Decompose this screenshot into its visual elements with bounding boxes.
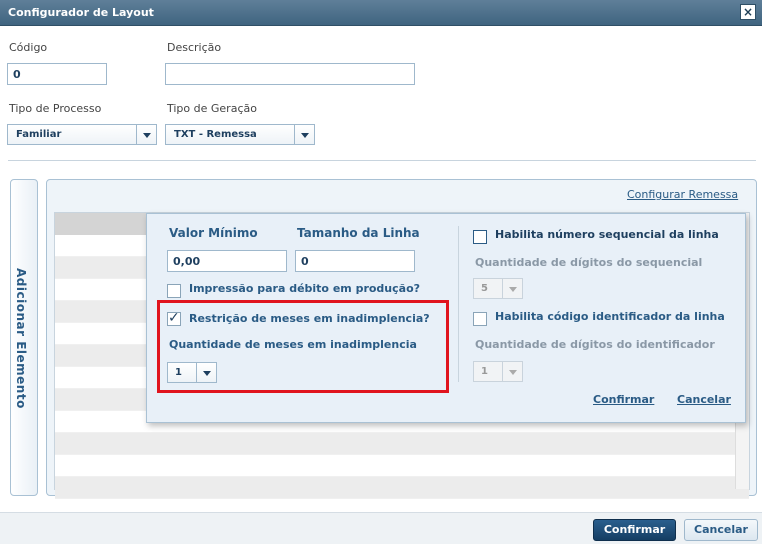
habilita-cod-checkbox[interactable] xyxy=(473,312,487,326)
habilita-cod-label: Habilita código identificador da linha xyxy=(495,310,725,323)
tipo-processo-value: Familiar xyxy=(16,129,62,140)
add-element-tab[interactable]: Adicionar Elemento xyxy=(10,179,38,496)
qtd-digitos-seq-value: 5 xyxy=(481,283,488,294)
table-row xyxy=(55,455,749,477)
tipo-geracao-value: TXT - Remessa xyxy=(174,129,257,140)
dialog-title: Configurador de Layout xyxy=(8,6,154,19)
table-row xyxy=(55,477,749,499)
chevron-down-icon[interactable] xyxy=(294,125,314,144)
chevron-down-icon xyxy=(502,362,522,381)
qtd-digitos-seq-label: Quantidade de dígitos do sequencial xyxy=(475,256,703,269)
habilita-seq-checkbox[interactable] xyxy=(473,230,487,244)
descricao-label: Descrição xyxy=(167,41,222,54)
tamanho-linha-input[interactable] xyxy=(295,250,415,272)
chevron-down-icon[interactable] xyxy=(136,125,156,144)
add-element-label: Adicionar Elemento xyxy=(14,268,28,409)
cancel-button[interactable]: Cancelar xyxy=(684,519,758,541)
confirm-button[interactable]: Confirmar xyxy=(593,519,676,541)
tipo-geracao-label: Tipo de Geração xyxy=(167,102,257,115)
chevron-down-icon xyxy=(502,279,522,298)
habilita-seq-label: Habilita número sequencial da linha xyxy=(495,228,719,241)
dialog-titlebar: Configurador de Layout × xyxy=(0,0,762,26)
valor-minimo-input[interactable] xyxy=(167,250,287,272)
tipo-processo-select[interactable]: Familiar xyxy=(7,124,157,145)
qtd-digitos-seq-select: 5 xyxy=(473,278,523,299)
qtd-digitos-id-value: 1 xyxy=(481,366,488,377)
valor-minimo-label: Valor Mínimo xyxy=(169,226,258,240)
popup-cancel-link[interactable]: Cancelar xyxy=(677,393,731,406)
table-row xyxy=(55,433,749,455)
divider xyxy=(8,160,756,161)
impressao-label: Impressão para débito em produção? xyxy=(189,282,421,295)
popup-divider xyxy=(458,226,459,382)
highlight-box xyxy=(157,300,449,393)
configurar-remessa-link[interactable]: Configurar Remessa xyxy=(627,188,738,201)
descricao-input[interactable] xyxy=(165,63,415,85)
popup-confirm-link[interactable]: Confirmar xyxy=(593,393,654,406)
qtd-digitos-id-label: Quantidade de dígitos do identificador xyxy=(475,338,715,351)
close-icon[interactable]: × xyxy=(740,4,756,20)
tipo-processo-label: Tipo de Processo xyxy=(9,102,102,115)
dialog-footer: Confirmar Cancelar xyxy=(0,512,762,544)
codigo-label: Código xyxy=(9,41,48,54)
impressao-checkbox[interactable] xyxy=(167,284,181,298)
tipo-geracao-select[interactable]: TXT - Remessa xyxy=(165,124,315,145)
codigo-input[interactable] xyxy=(7,63,107,85)
tamanho-linha-label: Tamanho da Linha xyxy=(297,226,420,240)
qtd-digitos-id-select: 1 xyxy=(473,361,523,382)
